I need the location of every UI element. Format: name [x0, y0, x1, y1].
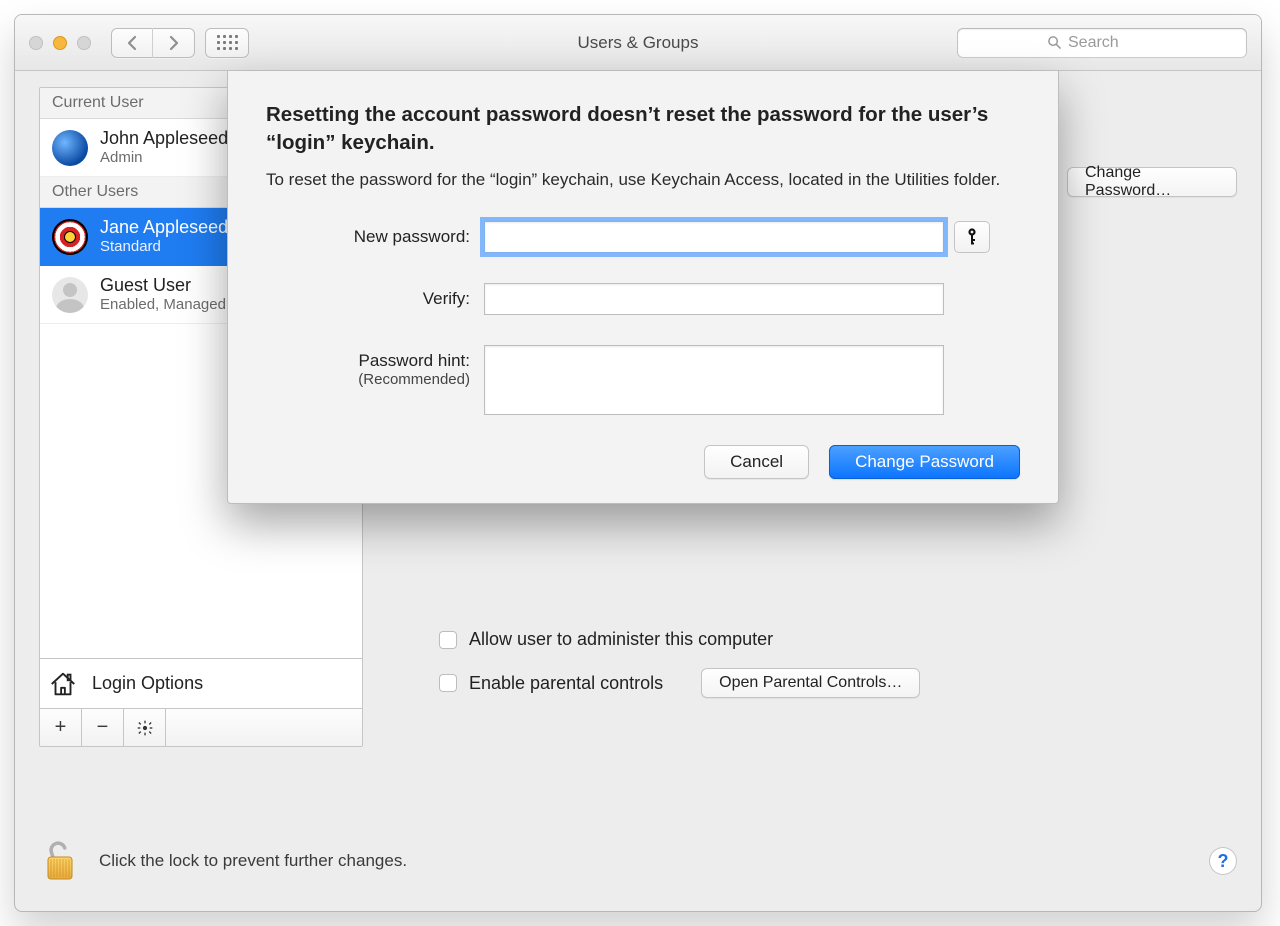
password-assistant-button[interactable] [954, 221, 990, 253]
verify-label: Verify: [266, 283, 484, 309]
grid-icon [217, 35, 238, 50]
show-all-button[interactable] [205, 28, 249, 58]
user-role: Admin [100, 149, 228, 167]
new-password-input[interactable] [484, 221, 944, 253]
minus-icon: − [97, 716, 109, 739]
back-button[interactable] [111, 28, 153, 58]
new-password-label: New password: [266, 221, 484, 247]
parental-checkbox-label: Enable parental controls [469, 673, 663, 694]
avatar-guest-icon [52, 277, 88, 313]
login-options-row[interactable]: Login Options [40, 658, 362, 708]
login-options-label: Login Options [92, 673, 203, 694]
plus-icon: + [55, 716, 67, 739]
verify-password-input[interactable] [484, 283, 944, 315]
traffic-lights [29, 36, 91, 50]
hint-recommended-label: (Recommended) [266, 371, 470, 388]
password-hint-input[interactable] [484, 345, 944, 415]
sheet-subtext: To reset the password for the “login” ke… [266, 168, 1020, 193]
gear-icon [137, 720, 153, 736]
user-role: Enabled, Managed [100, 296, 226, 314]
user-name: Jane Appleseed [100, 217, 228, 239]
user-name: John Appleseed [100, 128, 228, 150]
preferences-window: Users & Groups Search Current User John … [14, 14, 1262, 912]
home-icon [48, 669, 78, 699]
key-icon [965, 227, 979, 247]
user-name: Guest User [100, 275, 226, 297]
close-window-button[interactable] [29, 36, 43, 50]
remove-user-button[interactable]: − [82, 709, 124, 746]
admin-checkbox-row[interactable]: Allow user to administer this computer [439, 629, 920, 650]
user-role: Standard [100, 238, 228, 256]
titlebar: Users & Groups Search [15, 15, 1261, 71]
sidebar-toolbar: + − [40, 708, 362, 746]
avatar-earth-icon [52, 130, 88, 166]
nav-back-forward [111, 28, 195, 58]
search-input[interactable]: Search [957, 28, 1247, 58]
change-password-confirm-button[interactable]: Change Password [829, 445, 1020, 479]
unlock-icon[interactable] [39, 837, 79, 885]
help-button[interactable]: ? [1209, 847, 1237, 875]
cancel-button[interactable]: Cancel [704, 445, 809, 479]
change-password-button[interactable]: Change Password… [1067, 167, 1237, 197]
admin-checkbox-label: Allow user to administer this computer [469, 629, 773, 650]
actions-menu-button[interactable] [124, 709, 166, 746]
footer: Click the lock to prevent further change… [39, 831, 1237, 891]
avatar-target-icon [52, 219, 88, 255]
checkbox-icon [439, 631, 457, 649]
minimize-window-button[interactable] [53, 36, 67, 50]
hint-label: Password hint: [359, 351, 471, 370]
reset-password-sheet: Resetting the account password doesn’t r… [227, 71, 1059, 504]
add-user-button[interactable]: + [40, 709, 82, 746]
sheet-heading: Resetting the account password doesn’t r… [266, 101, 1020, 156]
forward-button[interactable] [153, 28, 195, 58]
open-parental-controls-button[interactable]: Open Parental Controls… [701, 668, 920, 698]
zoom-window-button[interactable] [77, 36, 91, 50]
search-placeholder: Search [1068, 34, 1119, 52]
checkbox-icon [439, 674, 457, 692]
lock-help-text: Click the lock to prevent further change… [99, 851, 407, 871]
search-icon [1047, 35, 1062, 50]
